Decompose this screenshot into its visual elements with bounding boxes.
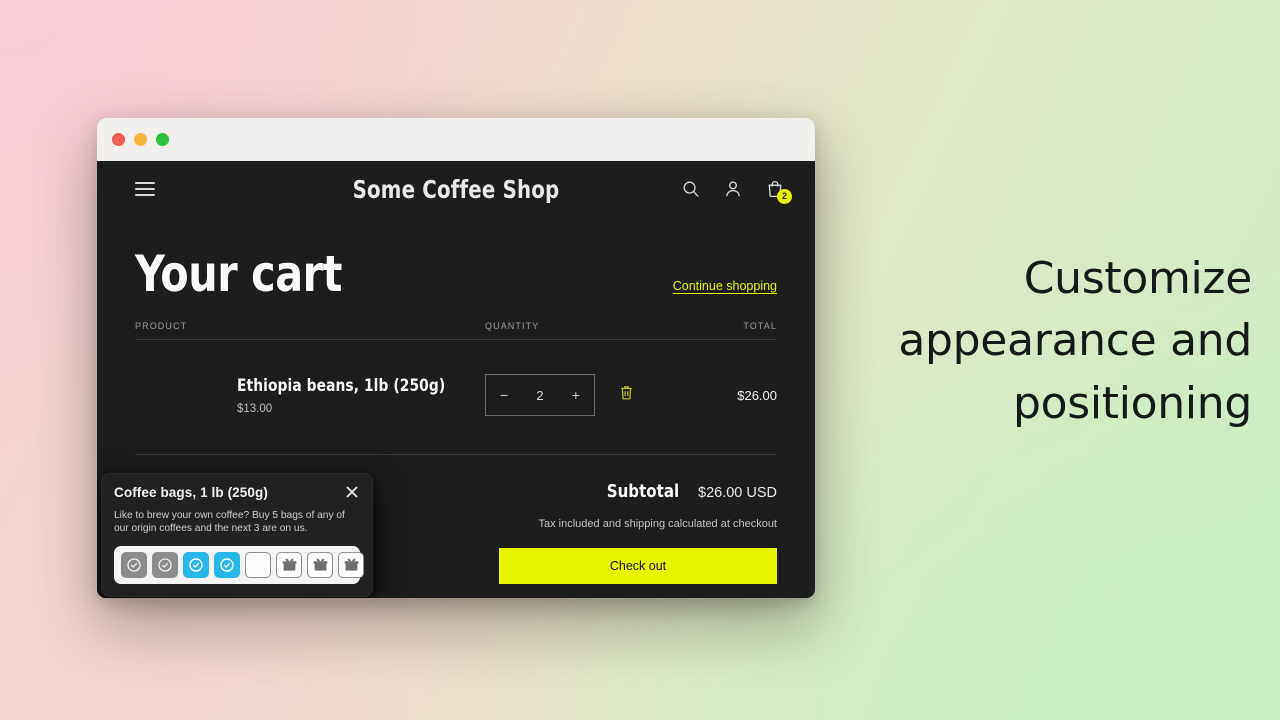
progress-tile-gift[interactable] bbox=[307, 552, 333, 579]
cart-header-row: Your cart Continue shopping bbox=[135, 217, 777, 299]
shop-title: Some Coffee Shop bbox=[352, 174, 560, 204]
page-viewport: Some Coffee Shop 2 Your cart Continue sh… bbox=[97, 161, 815, 598]
promo-popup: Coffee bags, 1 lb (250g) Like to brew yo… bbox=[101, 473, 373, 598]
quantity-stepper[interactable]: − 2 + bbox=[485, 374, 595, 416]
account-icon[interactable] bbox=[723, 179, 743, 199]
page-title: Your cart bbox=[135, 245, 342, 303]
progress-tile-active[interactable] bbox=[183, 552, 209, 579]
browser-window: Some Coffee Shop 2 Your cart Continue sh… bbox=[97, 118, 815, 598]
cart-item-details: Ethiopia beans, 1lb (250g) $13.00 bbox=[135, 376, 485, 415]
promo-popup-description: Like to brew your own coffee? Buy 5 bags… bbox=[114, 510, 345, 535]
quantity-increase-button[interactable]: + bbox=[572, 387, 580, 403]
search-icon[interactable] bbox=[681, 179, 701, 199]
cart-badge: 2 bbox=[777, 189, 792, 204]
progress-tile-done[interactable] bbox=[121, 552, 147, 579]
quantity-decrease-button[interactable]: − bbox=[500, 387, 508, 403]
progress-tile-active[interactable] bbox=[214, 552, 240, 579]
window-titlebar bbox=[97, 118, 815, 161]
table-row: Ethiopia beans, 1lb (250g) $13.00 − 2 + bbox=[135, 340, 777, 455]
subtotal-row: Subtotal $26.00 USD bbox=[604, 481, 777, 502]
progress-tile-gift[interactable] bbox=[338, 552, 364, 579]
tax-shipping-note: Tax included and shipping calculated at … bbox=[538, 518, 778, 530]
trash-icon[interactable] bbox=[619, 384, 634, 406]
window-close-button[interactable] bbox=[112, 133, 125, 146]
cart-icon-wrapper[interactable]: 2 bbox=[765, 179, 792, 204]
close-icon[interactable] bbox=[344, 484, 360, 500]
checkout-button[interactable]: Check out bbox=[499, 548, 777, 584]
marketing-caption: Customize appearance and positioning bbox=[898, 253, 1252, 429]
hamburger-bar bbox=[135, 182, 155, 184]
quantity-value[interactable]: 2 bbox=[536, 388, 543, 403]
subtotal-value: $26.00 USD bbox=[698, 485, 777, 501]
hamburger-icon[interactable] bbox=[135, 182, 155, 196]
progress-tile-next[interactable] bbox=[245, 552, 271, 579]
cart-column-headers: PRODUCT QUANTITY TOTAL bbox=[135, 321, 777, 340]
cart-item-name[interactable]: Ethiopia beans, 1lb (250g) bbox=[237, 376, 468, 395]
hamburger-bar bbox=[135, 194, 155, 196]
promo-progress-track bbox=[114, 546, 364, 585]
screenshot-stage: Some Coffee Shop 2 Your cart Continue sh… bbox=[0, 0, 1280, 720]
continue-shopping-link[interactable]: Continue shopping bbox=[673, 279, 777, 293]
progress-tile-gift[interactable] bbox=[276, 552, 302, 579]
window-zoom-button[interactable] bbox=[156, 133, 169, 146]
promo-popup-title: Coffee bags, 1 lb (250g) bbox=[114, 485, 268, 500]
progress-tile-done[interactable] bbox=[152, 552, 178, 579]
cart-item-line-total: $26.00 bbox=[737, 387, 777, 403]
window-minimize-button[interactable] bbox=[134, 133, 147, 146]
shop-header: Some Coffee Shop 2 bbox=[97, 161, 815, 217]
hamburger-bar bbox=[135, 188, 155, 190]
promo-popup-header: Coffee bags, 1 lb (250g) bbox=[114, 485, 360, 500]
subtotal-label: Subtotal bbox=[606, 481, 680, 502]
column-header-product: PRODUCT bbox=[135, 321, 188, 331]
cart-item-price: $13.00 bbox=[237, 402, 273, 415]
cart-item-quantity-group: − 2 + bbox=[485, 374, 707, 416]
header-icon-group: 2 bbox=[681, 179, 792, 204]
column-header-quantity: QUANTITY bbox=[485, 321, 540, 331]
